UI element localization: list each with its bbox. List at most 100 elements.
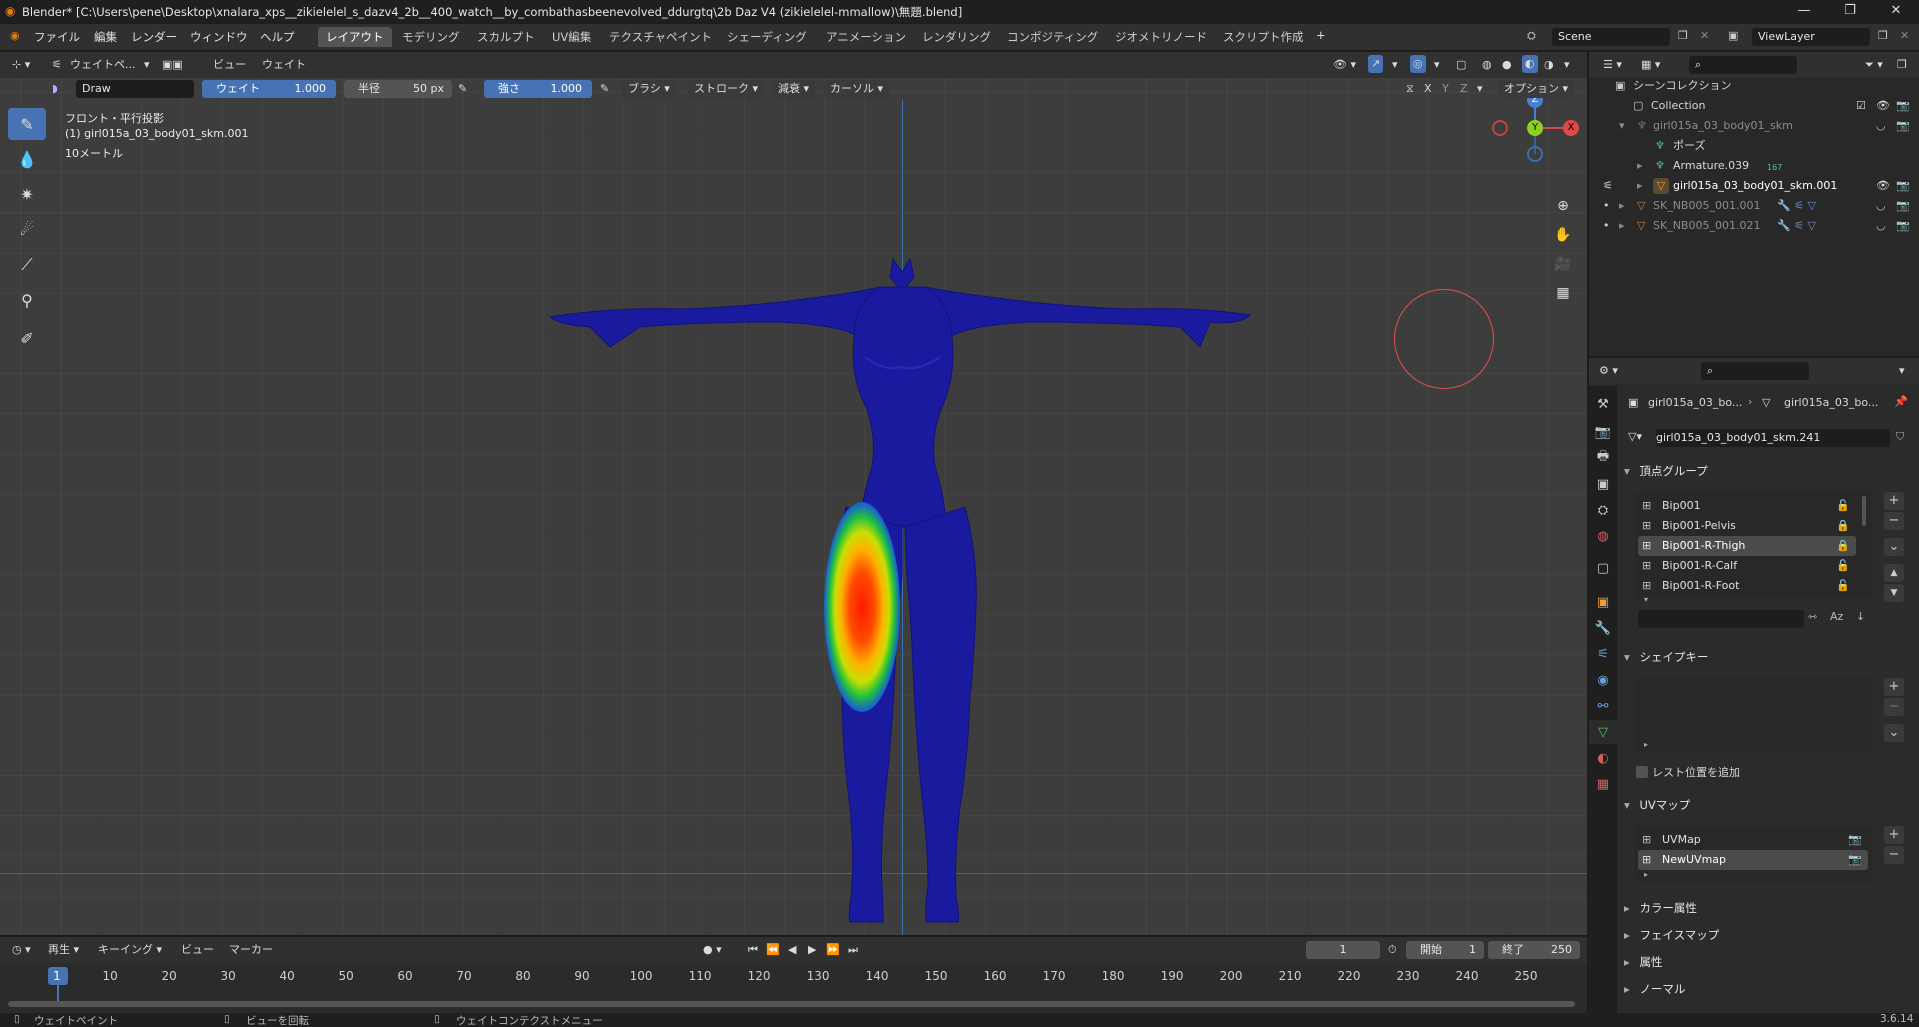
ortho-toggle-icon[interactable]: ▦ <box>1551 281 1575 305</box>
weight-slider[interactable]: ウェイト 1.000 <box>202 80 336 98</box>
vertex-group-item[interactable]: ⊞ Bip001-Pelvis 🔒 <box>1638 516 1856 536</box>
collection-render-icon[interactable]: 📷 <box>1896 96 1910 116</box>
delete-view-layer-icon[interactable]: ✕ <box>1900 29 1909 42</box>
remove-vertex-group-button[interactable]: − <box>1884 512 1904 530</box>
shape-list-expand-icon[interactable]: ▸ <box>1644 740 1648 749</box>
body-skm-render-icon[interactable]: 📷 <box>1896 116 1910 136</box>
sort-reverse-icon[interactable]: ↓ <box>1856 610 1865 623</box>
outliner-item-collection[interactable]: ▢ Collection ☑ 👁 📷 <box>1589 96 1919 116</box>
outliner-search-input[interactable]: ⌕ <box>1689 56 1797 74</box>
texture-tab-icon[interactable]: ▦ <box>1589 772 1617 796</box>
display-mode-icon[interactable]: ▦ ▾ <box>1641 56 1660 74</box>
view-layer-icon[interactable]: ▣ <box>1728 29 1738 42</box>
tab-layout[interactable]: レイアウト <box>318 27 392 47</box>
body-skm-001-render-icon[interactable]: 📷 <box>1896 176 1910 196</box>
strength-slider[interactable]: 強さ 1.000 <box>484 80 592 98</box>
particles-tab-icon[interactable]: ⚟ <box>1589 642 1617 666</box>
mode-dropdown-icon[interactable]: ▾ <box>144 56 150 74</box>
physics-tab-icon[interactable]: ◉ <box>1589 668 1617 692</box>
remove-shape-key-button[interactable]: − <box>1884 698 1904 716</box>
options-menu[interactable]: オプション ▾ <box>1498 80 1575 98</box>
keying-menu[interactable]: キーイング ▾ <box>98 941 162 959</box>
breadcrumb-object[interactable]: girl015a_03_bo... <box>1648 396 1742 409</box>
current-frame-field[interactable]: 1 <box>1306 941 1380 959</box>
symmetry-y-toggle[interactable]: Y <box>1442 80 1449 98</box>
body-skm-hidden-icon[interactable]: ◡ <box>1876 116 1886 136</box>
preview-range-icon[interactable]: ⏱ <box>1388 941 1397 959</box>
zoom-icon[interactable]: ⊕ <box>1551 194 1575 218</box>
sk-render-icon[interactable]: 📷 <box>1896 196 1910 216</box>
output-tab-icon[interactable]: 🖶 <box>1589 446 1617 470</box>
sk2-hidden-icon[interactable]: ◡ <box>1876 216 1886 236</box>
strength-pressure-icon[interactable]: ✎ <box>600 80 609 98</box>
tab-rendering[interactable]: レンダリング <box>914 27 999 47</box>
rest-position-checkbox[interactable] <box>1636 766 1648 778</box>
menu-file[interactable]: ファイル <box>34 29 80 45</box>
tab-sculpt[interactable]: スカルプト <box>469 27 543 47</box>
pan-hand-icon[interactable]: ✋ <box>1551 223 1575 247</box>
play-icon[interactable]: ▶ <box>808 941 816 959</box>
render-tab-icon[interactable]: 📷 <box>1589 420 1617 444</box>
menu-help[interactable]: ヘルプ <box>260 29 295 45</box>
symmetry-z-toggle[interactable]: Z <box>1460 80 1468 98</box>
shape-key-list[interactable] <box>1635 678 1873 752</box>
stroke-menu[interactable]: ストローク ▾ <box>688 80 765 98</box>
uv-list-expand-icon[interactable]: ▸ <box>1644 870 1648 879</box>
filter-icon[interactable]: ⏷ ▾ <box>1865 56 1883 74</box>
gizmo-dropdown-icon[interactable]: ▾ <box>1392 56 1398 74</box>
marker-menu[interactable]: マーカー <box>229 941 273 959</box>
symmetry-dropdown-icon[interactable]: ▾ <box>1477 80 1483 98</box>
vertex-group-item[interactable]: ⊞ Bip001 🔓 <box>1638 496 1856 516</box>
uv-map-item-selected[interactable]: ⊞ NewUVmap 📷 <box>1638 850 1868 870</box>
tool-tab-icon[interactable]: ⚒ <box>1589 392 1617 416</box>
attributes-panel-header[interactable]: ▸ 属性 <box>1624 951 1914 973</box>
sk2-expand-icon[interactable]: ▸ <box>1619 216 1625 236</box>
add-uv-map-button[interactable]: + <box>1884 826 1904 844</box>
lock-icon[interactable]: 🔒 <box>1836 516 1850 536</box>
unlock-icon[interactable]: 🔓 <box>1836 496 1850 516</box>
symmetry-icon[interactable]: ⧖ <box>1406 80 1414 98</box>
sk-hidden-icon[interactable]: ◡ <box>1876 196 1886 216</box>
unlock-icon[interactable]: 🔓 <box>1836 576 1850 596</box>
gizmo-neg-x-icon[interactable] <box>1492 120 1508 136</box>
gradient-tool-icon[interactable]: ⟋ <box>8 249 46 281</box>
outliner-item-pose[interactable]: ♆ ポーズ <box>1589 136 1919 156</box>
navigation-gizmo[interactable]: Z Y X <box>1490 92 1580 162</box>
sk-expand-icon[interactable]: ▸ <box>1619 196 1625 216</box>
view-layer-tab-icon[interactable]: ▣ <box>1589 472 1617 496</box>
menu-edit[interactable]: 編集 <box>94 29 117 45</box>
xray-toggle-icon[interactable]: ▢ <box>1456 56 1466 74</box>
add-shape-key-button[interactable]: + <box>1884 678 1904 696</box>
prev-keyframe-icon[interactable]: ⏪ <box>766 941 780 959</box>
menu-render[interactable]: レンダー <box>131 29 177 45</box>
uv-map-item[interactable]: ⊞ UVMap 📷 <box>1638 830 1868 850</box>
tab-texture-paint[interactable]: テクスチャペイント <box>601 27 720 47</box>
tab-shading[interactable]: シェーディング <box>719 27 815 47</box>
properties-options-icon[interactable]: ▾ <box>1899 362 1905 380</box>
properties-editor-icon[interactable]: ⚙ ▾ <box>1599 362 1618 380</box>
new-scene-icon[interactable]: ❐ <box>1678 29 1688 42</box>
gizmo-toggle-icon[interactable]: ↗ <box>1368 55 1384 73</box>
outliner-item-body-skm-001[interactable]: ⚟ ▸ ▽ girl015a_03_body01_skm.001 👁 📷 <box>1589 176 1919 196</box>
tab-animation[interactable]: アニメーション <box>818 27 914 47</box>
uv-render-icon[interactable]: 📷 <box>1848 830 1862 850</box>
world-tab-icon[interactable]: ◍ <box>1589 524 1617 548</box>
list-scrollbar[interactable] <box>1862 496 1866 526</box>
outliner-editor-icon[interactable]: ☰ ▾ <box>1603 56 1622 74</box>
outliner-item-sk-nb005-001[interactable]: • ▸ ▽ SK_NB005_001.001 🔧 ⚟ ▽ ◡ 📷 <box>1589 196 1919 216</box>
overlay-dropdown-icon[interactable]: ▾ <box>1434 56 1440 74</box>
properties-search-input[interactable]: ⌕ <box>1701 362 1809 380</box>
draw-brush-icon[interactable]: ✎ <box>8 108 46 140</box>
shape-keys-panel-header[interactable]: ▾ シェイプキー <box>1624 646 1914 668</box>
color-attributes-panel-header[interactable]: ▸ カラー属性 <box>1624 897 1914 919</box>
new-collection-icon[interactable]: ❐ <box>1897 56 1907 74</box>
tab-compositing[interactable]: コンポジティング <box>999 27 1106 47</box>
camera-view-icon[interactable]: 🎥 <box>1551 252 1575 276</box>
modifier-tab-icon[interactable]: 🔧 <box>1589 616 1617 640</box>
falloff-menu[interactable]: 減衰 ▾ <box>772 80 816 98</box>
play-reverse-icon[interactable]: ◀ <box>788 941 796 959</box>
jump-end-icon[interactable]: ⏭ <box>848 941 858 959</box>
lock-icon[interactable]: 🔒 <box>1836 536 1850 556</box>
mesh-data-icon[interactable]: ▽▾ <box>1628 430 1642 443</box>
sort-alpha-icon[interactable]: Az <box>1830 610 1843 623</box>
